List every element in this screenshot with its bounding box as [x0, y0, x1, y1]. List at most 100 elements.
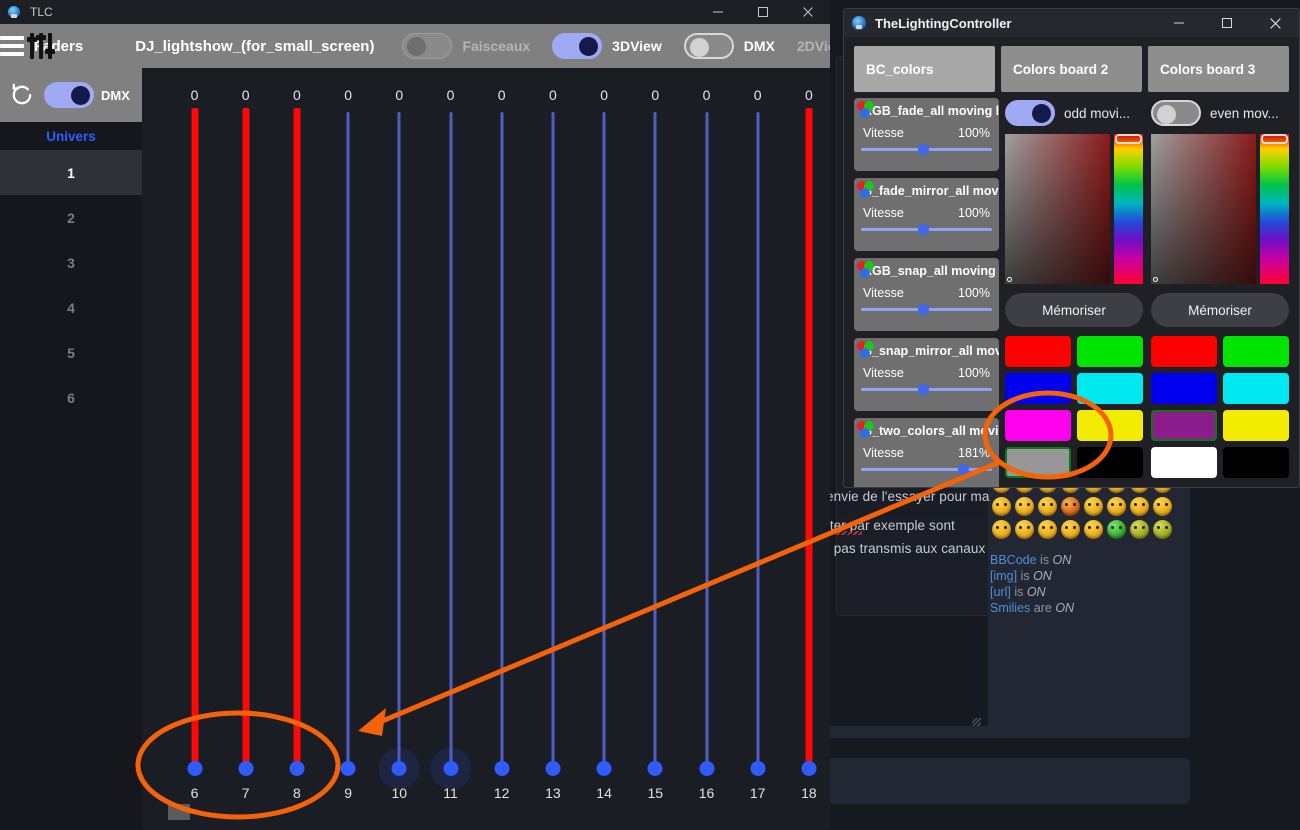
- dialog-tab-0[interactable]: BC_colors: [854, 46, 995, 92]
- fader-channel-6[interactable]: 06: [169, 68, 220, 830]
- effect-speed-slider-1[interactable]: [861, 223, 992, 235]
- fader-channel-7[interactable]: 07: [220, 68, 271, 830]
- toolbar-toggle-dmx[interactable]: DMX: [683, 33, 775, 59]
- fader-channel-8[interactable]: 08: [271, 68, 322, 830]
- fader-track-17[interactable]: [756, 112, 760, 762]
- smiley-icon[interactable]: [1037, 519, 1057, 539]
- memorize-button-1[interactable]: Mémoriser: [1151, 293, 1289, 327]
- color-swatch-0-0[interactable]: [1005, 336, 1071, 367]
- maximize-icon[interactable]: [740, 0, 785, 24]
- main-window-titlebar[interactable]: TLC: [0, 0, 830, 24]
- color-swatch-1-1[interactable]: [1223, 336, 1289, 367]
- color-picker-0[interactable]: [1005, 134, 1143, 284]
- fader-horizontal-scrollbar[interactable]: [168, 804, 190, 820]
- fader-knob-17[interactable]: [750, 761, 766, 776]
- fader-channel-13[interactable]: 0 13: [527, 68, 578, 830]
- smiley-icon[interactable]: [991, 496, 1011, 516]
- toggle-switch-3dview[interactable]: [552, 33, 603, 59]
- smiley-icon[interactable]: [1084, 496, 1104, 516]
- fader-channel-12[interactable]: 0 12: [476, 68, 527, 830]
- effect-speed-slider-3[interactable]: [861, 383, 992, 395]
- smiley-icon[interactable]: [1153, 519, 1173, 539]
- color-swatch-0-1[interactable]: [1077, 336, 1143, 367]
- fader-knob-18[interactable]: [801, 761, 817, 776]
- universe-item-3[interactable]: 3: [0, 240, 142, 285]
- hue-marker-0[interactable]: [1115, 134, 1142, 144]
- fader-knob-16[interactable]: [699, 761, 714, 776]
- fader-knob-7[interactable]: [238, 761, 254, 776]
- universe-item-1[interactable]: 1: [0, 150, 142, 195]
- fader-knob-10[interactable]: [391, 761, 407, 776]
- color-swatch-0-7[interactable]: [1077, 447, 1143, 478]
- smiley-icon[interactable]: [991, 519, 1011, 539]
- smiley-icon[interactable]: [1130, 519, 1150, 539]
- fader-channel-14[interactable]: 0 14: [579, 68, 630, 830]
- toggle-switch-dmx[interactable]: [683, 33, 734, 59]
- board-toggle-0[interactable]: [1005, 100, 1055, 126]
- effect-card-3[interactable]: B_snap_mirror_all movin Vitesse 100%: [854, 338, 999, 411]
- fader-channel-18[interactable]: 0 18: [783, 68, 830, 830]
- fader-track-12[interactable]: [500, 112, 504, 762]
- effect-speed-slider-0[interactable]: [861, 143, 992, 155]
- fader-knob-6[interactable]: [187, 761, 202, 776]
- color-swatch-0-3[interactable]: [1077, 373, 1143, 404]
- fader-track-8[interactable]: [293, 108, 301, 762]
- fader-knob-8[interactable]: [289, 761, 305, 776]
- fader-track-18[interactable]: [805, 108, 813, 762]
- smiley-icon[interactable]: [1084, 519, 1104, 539]
- fader-track-9[interactable]: [346, 112, 350, 762]
- universe-item-6[interactable]: 6: [0, 375, 142, 420]
- color-swatch-0-4[interactable]: [1005, 410, 1071, 441]
- close-icon[interactable]: [1251, 9, 1299, 37]
- fader-track-16[interactable]: [705, 112, 708, 762]
- fader-channel-10[interactable]: 0 10: [374, 68, 425, 830]
- color-swatch-1-7[interactable]: [1223, 447, 1289, 478]
- fader-track-15[interactable]: [653, 112, 657, 762]
- toggle-switch-faisceaux[interactable]: [402, 33, 453, 59]
- minimize-icon[interactable]: [695, 0, 740, 24]
- fader-knob-13[interactable]: [545, 761, 561, 776]
- smiley-icon[interactable]: [1060, 519, 1080, 539]
- color-swatch-1-3[interactable]: [1223, 373, 1289, 404]
- fader-channel-9[interactable]: 09: [323, 68, 374, 830]
- color-swatch-0-2[interactable]: [1005, 373, 1071, 404]
- color-swatch-1-5[interactable]: [1223, 410, 1289, 441]
- fader-track-6[interactable]: [191, 108, 198, 762]
- saturation-value-square-0[interactable]: [1005, 134, 1110, 284]
- toolbar-toggle-3dview[interactable]: 3DView: [552, 33, 662, 59]
- hue-strip-0[interactable]: [1114, 134, 1143, 284]
- dialog-titlebar[interactable]: TheLightingController: [844, 9, 1299, 37]
- effect-card-1[interactable]: B_fade_mirror_all moving Vitesse 100%: [854, 178, 999, 251]
- effect-card-4[interactable]: B_two_colors_all moving Vitesse 181%: [854, 418, 999, 487]
- toolbar-toggle-faisceaux[interactable]: Faisceaux: [402, 33, 530, 59]
- smiley-icon[interactable]: [1014, 519, 1034, 539]
- smiley-icon[interactable]: [1037, 496, 1057, 516]
- effect-card-2[interactable]: RGB_snap_all moving lig Vitesse 100%: [854, 258, 999, 331]
- color-swatch-1-0[interactable]: [1151, 336, 1217, 367]
- minimize-icon[interactable]: [1155, 9, 1203, 37]
- reset-icon[interactable]: [8, 81, 36, 109]
- fader-track-11[interactable]: [449, 112, 452, 762]
- close-icon[interactable]: [785, 0, 830, 24]
- saturation-value-square-1[interactable]: [1151, 134, 1256, 284]
- universe-item-2[interactable]: 2: [0, 195, 142, 240]
- fader-channel-17[interactable]: 0 17: [732, 68, 783, 830]
- sidebar-dmx-toggle[interactable]: [44, 82, 94, 108]
- fader-track-7[interactable]: [242, 108, 250, 762]
- effect-speed-slider-4[interactable]: [861, 463, 992, 475]
- smiley-icon[interactable]: [1130, 496, 1150, 516]
- toolbar-toggle-2dview[interactable]: 2DView: [797, 38, 830, 54]
- color-swatch-0-5[interactable]: [1077, 410, 1143, 441]
- effect-speed-slider-2[interactable]: [861, 303, 992, 315]
- fader-track-10[interactable]: [397, 112, 401, 762]
- dialog-tab-2[interactable]: Colors board 3: [1148, 46, 1289, 92]
- memorize-button-0[interactable]: Mémoriser: [1005, 293, 1143, 327]
- fader-track-13[interactable]: [551, 112, 555, 762]
- color-swatch-1-6[interactable]: [1151, 447, 1217, 478]
- color-swatch-0-6[interactable]: [1005, 447, 1071, 478]
- fader-knob-12[interactable]: [494, 761, 510, 776]
- smiley-icon[interactable]: [1014, 496, 1034, 516]
- smiley-icon[interactable]: [1153, 496, 1173, 516]
- universe-item-4[interactable]: 4: [0, 285, 142, 330]
- fader-channel-15[interactable]: 0 15: [630, 68, 681, 830]
